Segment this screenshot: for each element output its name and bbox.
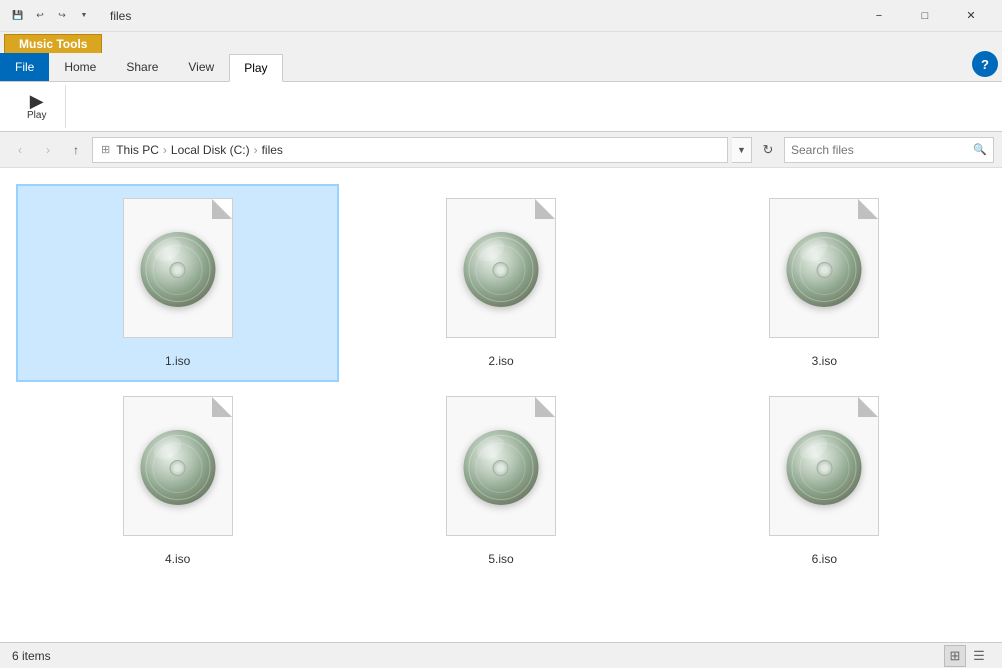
file-icon [118, 198, 238, 348]
tab-play[interactable]: Play [229, 54, 282, 82]
file-icon [118, 396, 238, 546]
address-bar: ‹ › ↑ ⊞ This PC › Local Disk (C:) › file… [0, 132, 1002, 168]
file-page [123, 396, 233, 536]
tab-share[interactable]: Share [111, 53, 173, 81]
file-item[interactable]: 6.iso [663, 382, 986, 580]
file-page [446, 198, 556, 338]
forward-button[interactable]: › [36, 138, 60, 162]
music-tools-tab[interactable]: Music Tools [4, 34, 102, 53]
file-page [769, 198, 879, 338]
disc-icon [140, 430, 215, 505]
play-ribbon-btn[interactable]: ▶ Play [20, 89, 53, 124]
tab-view[interactable]: View [173, 53, 229, 81]
file-name: 2.iso [488, 354, 513, 368]
file-name: 6.iso [812, 552, 837, 566]
file-item[interactable]: 5.iso [339, 382, 662, 580]
window-controls: − □ ✕ [856, 0, 994, 32]
path-local-disk[interactable]: Local Disk (C:) [171, 143, 250, 157]
fold-shadow [858, 199, 878, 219]
window-title: files [110, 9, 131, 23]
fold-shadow [212, 199, 232, 219]
minimize-button[interactable]: − [856, 0, 902, 32]
address-dropdown-btn[interactable]: ▼ [732, 137, 752, 163]
file-name: 5.iso [488, 552, 513, 566]
file-icon [441, 396, 561, 546]
main-content: 1.iso 2.iso [0, 168, 1002, 642]
ribbon-content: ▶ Play [0, 81, 1002, 131]
disc-icon [463, 430, 538, 505]
fold-shadow [858, 397, 878, 417]
ribbon: Music Tools File Home Share View Play ? … [0, 32, 1002, 132]
maximize-button[interactable]: □ [902, 0, 948, 32]
file-item[interactable]: 3.iso [663, 184, 986, 382]
disc-icon [787, 232, 862, 307]
close-button[interactable]: ✕ [948, 0, 994, 32]
file-name: 1.iso [165, 354, 190, 368]
disc-icon [140, 232, 215, 307]
path-this-pc[interactable]: This PC [116, 143, 159, 157]
file-icon [764, 198, 884, 348]
disc-icon [787, 430, 862, 505]
file-item[interactable]: 1.iso [16, 184, 339, 382]
status-bar: 6 items ⊞ ☰ [0, 642, 1002, 668]
back-button[interactable]: ‹ [8, 138, 32, 162]
view-buttons: ⊞ ☰ [944, 645, 990, 667]
fold-shadow [535, 199, 555, 219]
disc-icon [463, 232, 538, 307]
file-page [446, 396, 556, 536]
file-name: 3.iso [812, 354, 837, 368]
tab-file[interactable]: File [0, 53, 49, 81]
search-icon: 🔍 [973, 143, 987, 156]
refresh-button[interactable]: ↻ [756, 138, 780, 162]
path-files[interactable]: files [262, 143, 283, 157]
fold-shadow [212, 397, 232, 417]
list-view-btn[interactable]: ☰ [968, 645, 990, 667]
ribbon-play-btns: ▶ Play [20, 89, 53, 124]
file-icon [764, 396, 884, 546]
quick-access-toolbar: 💾 ↩ ↪ ▼ [8, 6, 94, 26]
qa-dropdown-btn[interactable]: ▼ [74, 6, 94, 26]
title-bar: 💾 ↩ ↪ ▼ files − □ ✕ [0, 0, 1002, 32]
file-page [123, 198, 233, 338]
grid-view-btn[interactable]: ⊞ [944, 645, 966, 667]
item-count: 6 items [12, 649, 51, 663]
file-item[interactable]: 2.iso [339, 184, 662, 382]
save-qa-btn[interactable]: 💾 [8, 6, 28, 26]
search-input[interactable] [791, 143, 969, 157]
search-box: 🔍 [784, 137, 994, 163]
files-grid: 1.iso 2.iso [8, 176, 994, 588]
file-page [769, 396, 879, 536]
help-button[interactable]: ? [972, 51, 998, 77]
ribbon-group-play: ▶ Play [8, 85, 66, 128]
up-button[interactable]: ↑ [64, 138, 88, 162]
tab-home[interactable]: Home [49, 53, 111, 81]
file-name: 4.iso [165, 552, 190, 566]
undo-qa-btn[interactable]: ↩ [30, 6, 50, 26]
file-icon [441, 198, 561, 348]
fold-shadow [535, 397, 555, 417]
address-path[interactable]: ⊞ This PC › Local Disk (C:) › files [92, 137, 728, 163]
play-icon: ▶ [30, 92, 44, 110]
redo-qa-btn[interactable]: ↪ [52, 6, 72, 26]
file-item[interactable]: 4.iso [16, 382, 339, 580]
